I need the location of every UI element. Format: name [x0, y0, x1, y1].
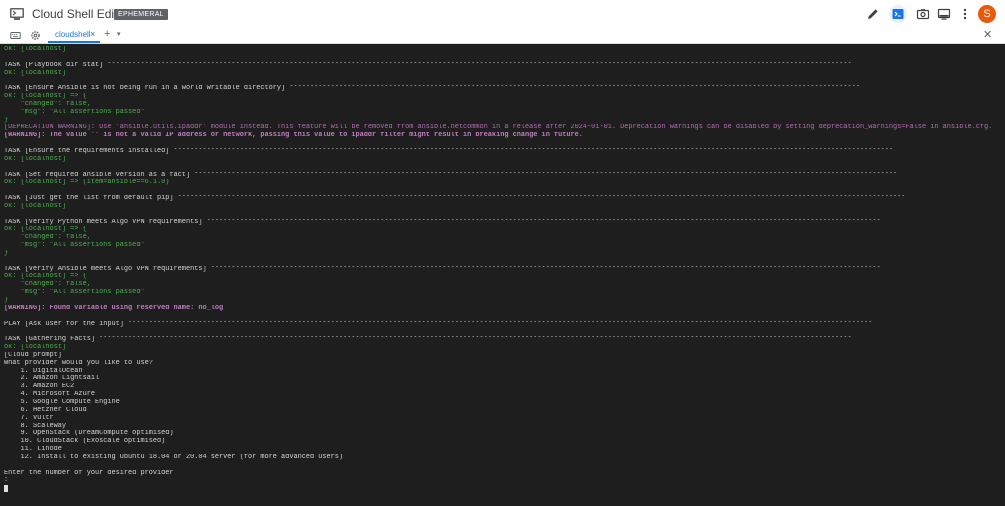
terminal-line: ok: [localhost] => { [4, 93, 87, 101]
terminal-line: TASK [Verify Python meets Algo VPN requi… [4, 218, 881, 226]
terminal-line: "msg": "All assertions passed" [4, 289, 145, 297]
terminal-line: 7. Vultr [4, 414, 54, 422]
terminal-line: 5. Google Compute Engine [4, 398, 120, 406]
terminal-line: "changed": false, [4, 234, 91, 242]
terminal-cursor-line [4, 485, 992, 493]
terminal-line: 10. CloudStack (Exoscale optimised) [4, 438, 166, 446]
pencil-icon[interactable] [866, 7, 880, 21]
terminal-line: Enter the number of your desired provide… [4, 469, 174, 477]
terminal-cursor [4, 485, 8, 493]
terminal-line: [Cloud prompt] [4, 351, 62, 359]
terminal-line: "msg": "All assertions passed" [4, 242, 145, 250]
terminal-line: ok: [localhost] [4, 155, 67, 163]
terminal-line: ok: [localhost] [4, 46, 67, 53]
monitor-icon[interactable] [937, 7, 951, 21]
tab-cloudshell[interactable]: cloudshell × [48, 28, 100, 43]
more-vert-icon[interactable] [958, 7, 972, 21]
close-panel-icon[interactable]: ✕ [983, 28, 992, 41]
terminal-line: 11. Linode [4, 446, 62, 454]
terminal-line: What provider would you like to use? [4, 359, 153, 367]
terminal-line: 6. Hetzner Cloud [4, 406, 87, 414]
terminal-line: ok: [localhost] => { [4, 273, 87, 281]
terminal-output[interactable]: ok: [localhost] TASK [Playbook dir stat] … [0, 44, 1005, 506]
terminal-line: TASK [Playbook dir stat] ***************… [4, 61, 852, 69]
terminal-line: TASK [Set required ansible version as a … [4, 171, 898, 179]
terminal-line: 2. Amazon Lightsail [4, 375, 100, 383]
terminal-line: ok: [localhost] [4, 69, 67, 77]
terminal-line: "msg": "All assertions passed" [4, 108, 145, 116]
top-app-bar: Cloud Shell Editor EPHEMERAL S [0, 0, 1005, 28]
terminal-tab-bar: cloudshell × + ▾ ✕ [0, 28, 1005, 44]
chevron-down-icon[interactable]: ▾ [117, 30, 121, 38]
terminal-line: TASK [Verify Ansible meets Algo VPN requ… [4, 265, 881, 273]
terminal-line: [WARNING]: Found variable using reserved… [4, 304, 224, 312]
terminal-line: ok: [localhost] => (item=ansible==6.1.0) [4, 179, 170, 187]
terminal-line: 12. Install to existing Ubuntu 18.04 or … [4, 453, 344, 461]
terminal-line: TASK [Just get the list from default pip… [4, 195, 906, 203]
tab-label: cloudshell [55, 30, 91, 39]
terminal-line: } [4, 249, 9, 257]
terminal-line: TASK [Ensure Ansible is not being run in… [4, 85, 860, 93]
terminal-line: 9. OpenStack (DreamCompute optimised) [4, 430, 174, 438]
keyboard-icon[interactable] [10, 30, 21, 41]
terminal-line: } [4, 116, 9, 124]
terminal-line: 8. Scaleway [4, 422, 67, 430]
terminal-line: 1. DigitalOcean [4, 367, 83, 375]
terminal-line: ok: [localhost] [4, 202, 67, 210]
terminal-line: [WARNING]: The value '' is not a valid I… [4, 132, 583, 140]
terminal-line: } [4, 297, 9, 304]
avatar[interactable]: S [978, 5, 996, 23]
terminal-line: : [4, 477, 9, 485]
terminal-line: "changed": false, [4, 100, 91, 108]
terminal-lines: ok: [localhost] TASK [Playbook dir stat] … [4, 46, 992, 493]
terminal-line: 3. Amazon EC2 [4, 383, 75, 391]
cloud-shell-logo-icon[interactable] [9, 6, 25, 22]
terminal-line: ok: [localhost] => { [4, 226, 87, 234]
terminal-line: TASK [Ensure the requirements installed]… [4, 147, 894, 155]
terminal-line: ok: [localhost] [4, 344, 67, 352]
terminal-line: 4. Microsoft Azure [4, 391, 95, 399]
tab-active-indicator [48, 41, 100, 43]
terminal-line: "changed": false, [4, 281, 91, 289]
terminal-line: PLAY [Ask user for the input] **********… [4, 320, 873, 328]
add-tab-icon[interactable]: + [104, 28, 110, 40]
ephemeral-badge: EPHEMERAL [114, 9, 168, 20]
terminal-line: TASK [Gathering Facts] *****************… [4, 336, 852, 344]
terminal-line: [DEPRECATION WARNING]: Use 'ansible.util… [4, 124, 993, 132]
camera-icon[interactable] [916, 7, 930, 21]
tab-close-icon[interactable]: × [90, 29, 95, 39]
settings-icon[interactable] [30, 30, 41, 41]
terminal-icon[interactable] [891, 7, 905, 21]
